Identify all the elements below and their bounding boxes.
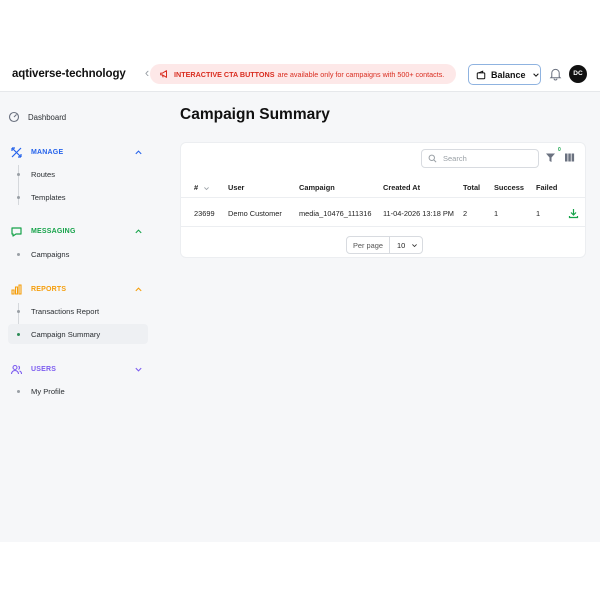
sidebar-item-my-profile[interactable]: My Profile (8, 381, 148, 401)
section-label: MANAGE (31, 148, 64, 156)
section-label: MESSAGING (31, 227, 76, 235)
user-avatar[interactable]: DC (569, 65, 587, 83)
sidebar-section-manage[interactable]: MANAGE (10, 144, 142, 160)
cell-user: Demo Customer (228, 209, 282, 218)
brand-name: aqtiverse-technology (12, 68, 126, 80)
app-window: aqtiverse-technology ‹ INTERACTIVE CTA B… (0, 55, 600, 542)
sidebar-section-users[interactable]: USERS (10, 361, 142, 377)
download-icon[interactable] (568, 208, 579, 219)
bullet (17, 172, 20, 176)
per-page-label: Per page (347, 237, 390, 253)
table-row: 23699 Demo Customer media_10476_111316 1… (181, 199, 585, 227)
columns-icon[interactable] (564, 152, 575, 163)
column-header-id[interactable]: # (194, 183, 210, 192)
banner-highlight: INTERACTIVE CTA BUTTONS (174, 69, 275, 79)
chevron-down-icon (204, 186, 210, 190)
per-page-value[interactable]: 10 (390, 241, 418, 250)
page-title: Campaign Summary (180, 106, 330, 123)
chevron-down-icon (532, 72, 539, 77)
chevron-up-icon (135, 228, 142, 233)
bullet (17, 252, 20, 256)
sidebar-item-routes[interactable]: Routes (8, 164, 148, 184)
cell-success: 1 (494, 209, 499, 218)
bullet (17, 389, 20, 393)
summary-table-card: 0 # User Campaign Created At Total Succe… (180, 142, 586, 258)
balance-label: Balance (491, 69, 526, 80)
cta-banner: INTERACTIVE CTA BUTTONS are available on… (150, 64, 456, 84)
section-label: USERS (31, 365, 57, 373)
chevron-down-icon (135, 367, 142, 372)
balance-button[interactable]: Balance (468, 64, 541, 85)
chevron-up-icon (135, 286, 142, 291)
chevron-up-icon (135, 149, 142, 154)
sidebar-item-campaign-summary[interactable]: Campaign Summary (8, 324, 148, 344)
column-header-failed[interactable]: Failed (536, 183, 557, 192)
chat-icon (11, 226, 22, 237)
per-page-number: 10 (397, 240, 406, 250)
bar-chart-icon (11, 283, 22, 295)
column-header-success[interactable]: Success (494, 183, 524, 192)
table-header: # User Campaign Created At Total Success… (181, 176, 585, 198)
column-header-campaign[interactable]: Campaign (299, 183, 335, 192)
column-label: # (194, 183, 199, 192)
cell-id: 23699 (194, 209, 215, 218)
per-page-selector[interactable]: Per page 10 (346, 236, 423, 254)
cell-created-at: 11-04-2026 13:18 PM (383, 209, 454, 218)
sidebar-item-campaigns[interactable]: Campaigns (8, 244, 148, 264)
top-bar: aqtiverse-technology ‹ INTERACTIVE CTA B… (0, 55, 600, 92)
filter-count-badge: 0 (558, 147, 561, 153)
sidebar-item-label: My Profile (31, 386, 65, 396)
wallet-icon (476, 70, 486, 79)
bullet (17, 309, 20, 313)
search-icon (428, 154, 437, 163)
sidebar-item-label: Campaigns (31, 249, 70, 259)
column-header-total[interactable]: Total (463, 183, 480, 192)
sidebar: Dashboard MANAGE Routes Templates MESSAG… (0, 92, 158, 542)
sidebar-item-templates[interactable]: Templates (8, 187, 148, 207)
cell-campaign: media_10476_111316 (299, 209, 372, 218)
bullet (17, 195, 20, 199)
megaphone-icon (160, 70, 167, 78)
sidebar-item-transactions-report[interactable]: Transactions Report (8, 301, 148, 321)
filter-icon[interactable] (545, 152, 556, 163)
sidebar-item-label: Routes (31, 169, 56, 179)
sidebar-item-dashboard[interactable]: Dashboard (8, 107, 66, 127)
banner-text: are available only for campaigns with 50… (277, 69, 445, 79)
cell-total: 2 (463, 209, 468, 218)
sidebar-item-label: Campaign Summary (31, 329, 101, 339)
search-box[interactable] (421, 149, 539, 168)
dashboard-icon (8, 111, 20, 123)
column-header-user[interactable]: User (228, 183, 244, 192)
section-label: REPORTS (31, 285, 67, 293)
cell-failed: 1 (536, 209, 541, 218)
bullet-active (17, 332, 20, 336)
bell-icon[interactable] (549, 67, 562, 81)
search-input[interactable] (443, 154, 533, 163)
sidebar-section-reports[interactable]: REPORTS (10, 281, 142, 297)
sidebar-item-label: Dashboard (28, 112, 67, 122)
sidebar-item-label: Transactions Report (31, 306, 100, 316)
sidebar-item-label: Templates (31, 192, 66, 202)
sidebar-section-messaging[interactable]: MESSAGING (10, 223, 142, 239)
column-header-created-at[interactable]: Created At (383, 183, 420, 192)
tools-icon (11, 146, 22, 158)
chevron-down-icon (412, 243, 418, 247)
users-icon (10, 364, 23, 374)
